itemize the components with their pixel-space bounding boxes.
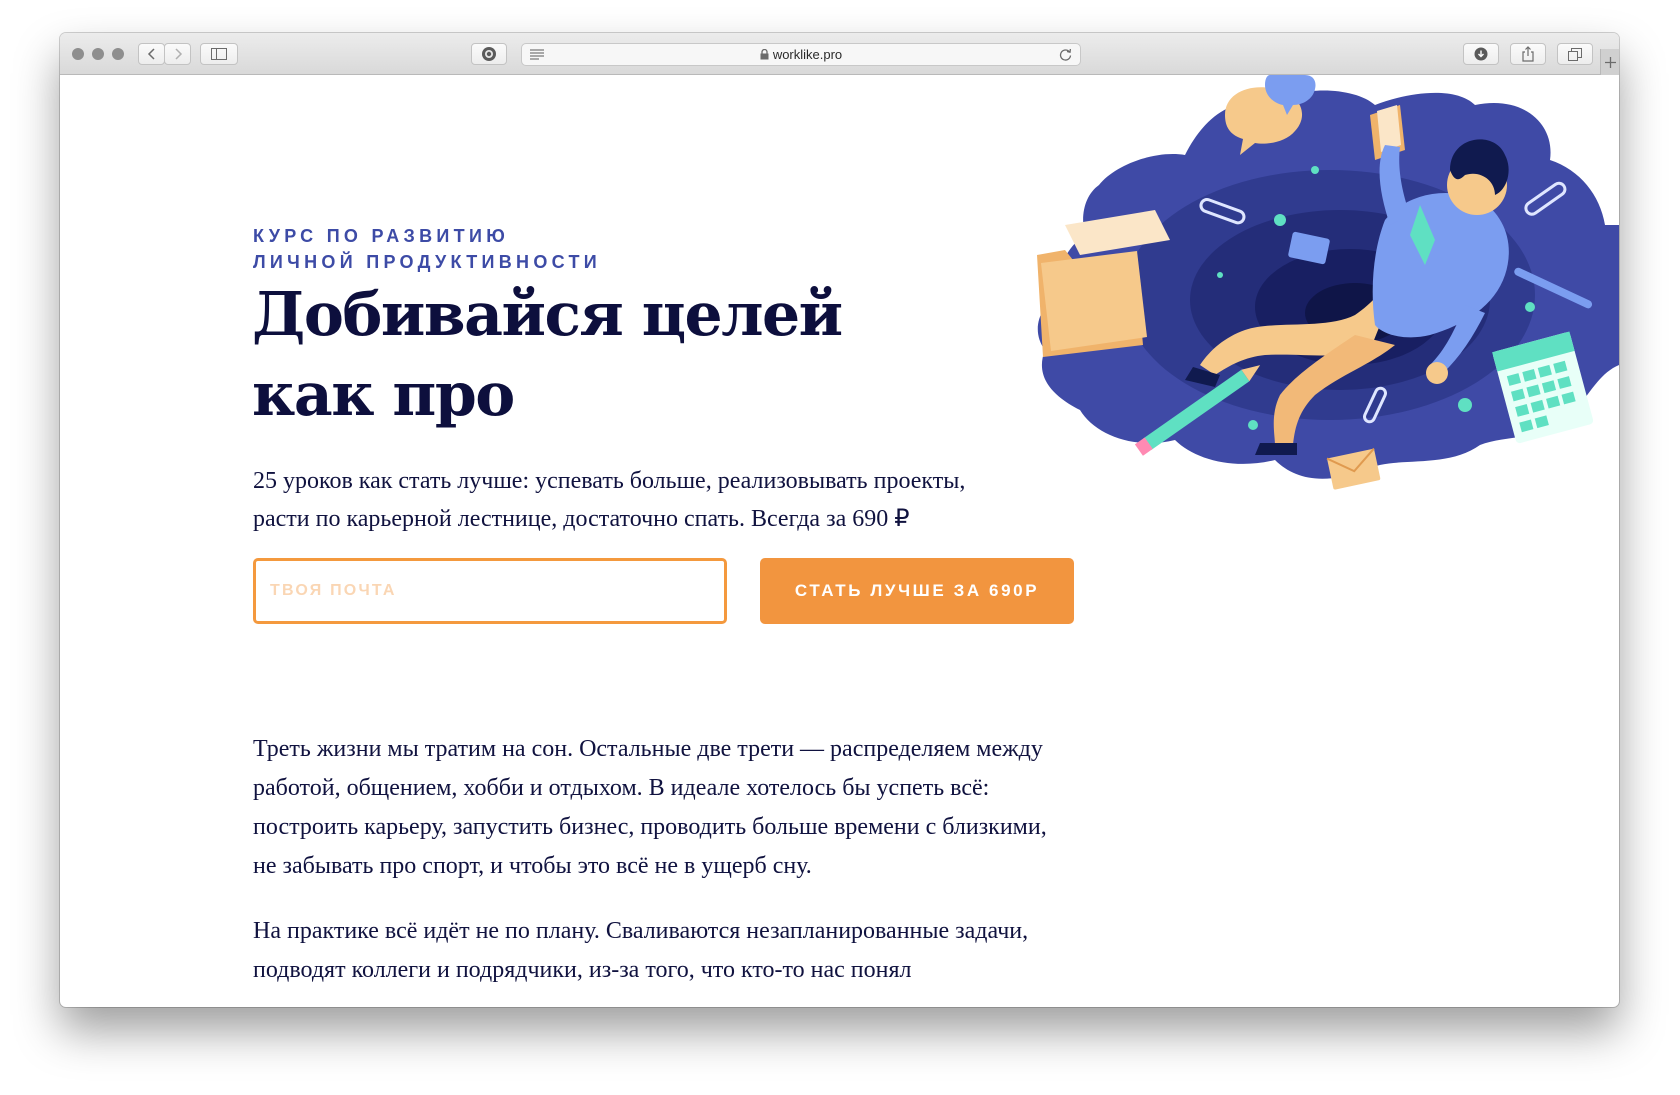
browser-toolbar: worklike.pro bbox=[60, 33, 1619, 75]
page-content: КУРС ПО РАЗВИТИЮ ЛИЧНОЙ ПРОДУКТИВНОСТИ Д… bbox=[60, 75, 1619, 1007]
plus-icon bbox=[1605, 56, 1616, 68]
address-bar[interactable]: worklike.pro bbox=[521, 43, 1081, 66]
address-url: worklike.pro bbox=[522, 47, 1080, 62]
sidebar-icon bbox=[211, 48, 227, 60]
zoom-window-button[interactable] bbox=[112, 48, 124, 60]
lead-line-2: расти по карьерной лестнице, достаточно … bbox=[253, 506, 910, 532]
camera-icon bbox=[482, 47, 496, 61]
article-paragraph-2: На практике всё идёт не по плану. Свалив… bbox=[253, 918, 1029, 983]
signup-button[interactable]: СТАТЬ ЛУЧШЕ ЗА 690Р bbox=[760, 558, 1074, 624]
lead-line-1: 25 уроков как стать лучше: успевать боль… bbox=[253, 468, 966, 494]
share-icon bbox=[1522, 46, 1534, 62]
new-tab-button[interactable] bbox=[1600, 49, 1619, 75]
reload-icon[interactable] bbox=[1059, 48, 1072, 61]
character-hand bbox=[1426, 362, 1448, 384]
share-button[interactable] bbox=[1510, 43, 1546, 65]
folder-front-icon bbox=[1041, 251, 1147, 351]
tabs-icon bbox=[1568, 47, 1582, 61]
hero-illustration bbox=[1037, 75, 1619, 490]
page-title: Добивайся целей как про bbox=[252, 275, 843, 435]
forward-button[interactable] bbox=[164, 43, 191, 65]
browser-window: worklike.pro КУРС ПО РАЗВИТИЮ ЛИЧНОЙ ПРО… bbox=[60, 33, 1619, 1007]
download-icon bbox=[1474, 47, 1488, 61]
sidebar-toggle-button[interactable] bbox=[200, 43, 238, 65]
course-eyebrow: КУРС ПО РАЗВИТИЮ ЛИЧНОЙ ПРОДУКТИВНОСТИ bbox=[253, 223, 601, 275]
character-shoe-2 bbox=[1255, 443, 1297, 455]
title-line-2: как про bbox=[252, 360, 515, 430]
eyebrow-line-2: ЛИЧНОЙ ПРОДУКТИВНОСТИ bbox=[253, 252, 602, 272]
hero-lead: 25 уроков как стать лучше: успевать боль… bbox=[253, 462, 1113, 538]
extension-button[interactable] bbox=[471, 43, 507, 65]
article-paragraph-1: Треть жизни мы тратим на сон. Остальные … bbox=[253, 736, 1047, 879]
back-button[interactable] bbox=[138, 43, 165, 65]
article-body: Треть жизни мы тратим на сон. Остальные … bbox=[253, 730, 1075, 1007]
url-text: worklike.pro bbox=[772, 47, 843, 62]
close-window-button[interactable] bbox=[72, 48, 84, 60]
eyebrow-line-1: КУРС ПО РАЗВИТИЮ bbox=[253, 226, 510, 246]
tabs-overview-button[interactable] bbox=[1557, 43, 1593, 65]
lock-icon bbox=[760, 49, 769, 60]
minimize-window-button[interactable] bbox=[92, 48, 104, 60]
chevron-right-icon bbox=[174, 48, 182, 60]
email-field[interactable] bbox=[253, 558, 727, 624]
book-pages-icon bbox=[1377, 105, 1401, 152]
chevron-left-icon bbox=[147, 48, 155, 60]
downloads-button[interactable] bbox=[1463, 43, 1499, 65]
title-line-1: Добивайся целей bbox=[252, 280, 843, 350]
